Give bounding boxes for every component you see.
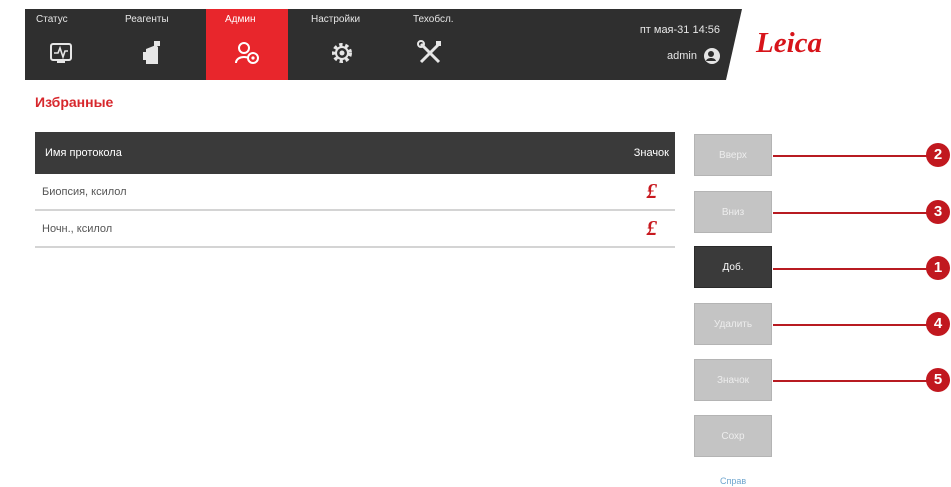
tab-maintenance-label: Техобсл. — [413, 14, 454, 25]
save-button[interactable]: Сохр — [694, 415, 772, 457]
favorites-table: Имя протокола Значок Биопсия, ксилол £ Н… — [35, 132, 675, 248]
callout-marker: 2 — [926, 143, 950, 167]
up-button[interactable]: Вверх — [694, 134, 772, 176]
tab-settings-label: Настройки — [311, 14, 361, 25]
add-button[interactable]: Доб. — [694, 246, 772, 288]
leica-l-icon: £ — [646, 179, 658, 203]
callout-line — [773, 380, 927, 382]
protocol-name: Ночн., ксилол — [42, 223, 113, 235]
tab-reagents-label: Реагенты — [125, 14, 169, 25]
table-row[interactable]: Биопсия, ксилол £ — [35, 174, 675, 211]
protocol-name: Биопсия, ксилол — [42, 186, 127, 198]
gear-icon — [332, 43, 352, 63]
table-header: Имя протокола Значок — [35, 132, 675, 174]
status-monitor-icon — [50, 43, 72, 63]
tab-admin-label: Админ — [225, 14, 256, 25]
tab-admin[interactable]: Админ — [206, 9, 288, 80]
table-row[interactable]: Ночн., ксилол £ — [35, 211, 675, 248]
callout-line — [773, 324, 927, 326]
tab-maintenance[interactable]: Техобсл. — [403, 9, 480, 80]
logo-text: Leica — [756, 27, 823, 59]
tab-settings[interactable]: Настройки — [305, 9, 382, 80]
callout-marker: 1 — [926, 256, 950, 280]
tab-reagents[interactable]: Реагенты — [114, 9, 191, 80]
status-area: пт мая-31 14:56 admin — [585, 9, 735, 80]
date-time: пт мая-31 14:56 — [639, 24, 720, 36]
tab-status[interactable]: Статус — [25, 9, 102, 80]
leica-logo: Leica — [726, 9, 831, 80]
tab-status-label: Статус — [36, 14, 68, 25]
reagent-bottle-icon — [143, 41, 160, 64]
callout-marker: 5 — [926, 368, 950, 392]
admin-users-icon — [235, 42, 259, 64]
current-user: admin — [667, 50, 697, 62]
user-icon[interactable] — [703, 47, 721, 65]
callout-line — [773, 155, 927, 157]
callout-line — [773, 268, 927, 270]
callout-marker: 3 — [926, 200, 950, 224]
column-protocol-name: Имя протокола — [45, 147, 122, 159]
column-icon: Значок — [633, 147, 669, 159]
callout-marker: 4 — [926, 312, 950, 336]
leica-l-icon: £ — [646, 216, 658, 240]
delete-button[interactable]: Удалить — [694, 303, 772, 345]
help-link[interactable]: Справ — [720, 476, 746, 486]
down-button[interactable]: Вниз — [694, 191, 772, 233]
callout-line — [773, 212, 927, 214]
top-navigation-bar: Статус Реагенты Админ Настройки Техобсл.… — [25, 9, 831, 80]
tools-icon — [417, 40, 441, 64]
page-title: Избранные — [35, 94, 114, 110]
icon-button[interactable]: Значок — [694, 359, 772, 401]
